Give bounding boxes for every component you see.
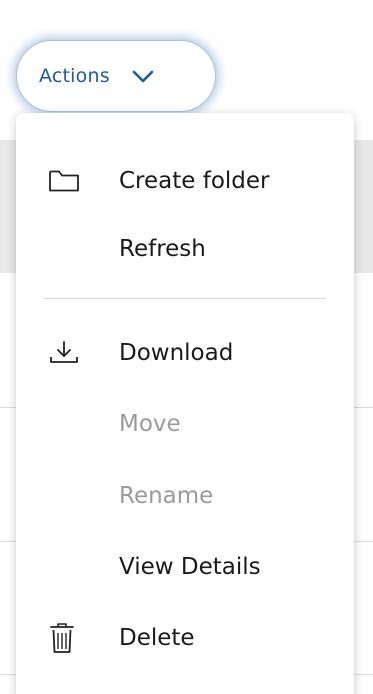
menu-item-create-folder[interactable]: Create folder [16,151,354,211]
menu-item-label: Rename [119,483,214,509]
menu-item-refresh[interactable]: Refresh [16,219,354,279]
menu-item-label: Refresh [119,236,206,262]
actions-button-label: Actions [39,65,110,87]
menu-item-rename[interactable]: Rename [16,466,354,526]
actions-button[interactable]: Actions [16,40,216,112]
trash-icon [48,618,88,658]
menu-item-view-details[interactable]: View Details [16,537,354,597]
menu-divider [44,298,326,299]
menu-item-download[interactable]: Download [16,323,354,383]
menu-item-move[interactable]: Move [16,394,354,454]
chevron-down-icon [132,69,154,83]
menu-item-label: Create folder [119,168,270,194]
menu-item-delete[interactable]: Delete [16,608,354,668]
download-icon [48,333,88,373]
menu-item-label: Delete [119,625,195,651]
menu-item-label: Move [119,411,181,437]
actions-dropdown-menu: Create folder Refresh Download Move Rena… [16,113,354,694]
file-browser-page: Actions Create folder Refresh Download M… [0,0,373,694]
menu-item-label: Download [119,340,234,366]
menu-item-label: View Details [119,554,261,580]
folder-icon [48,161,88,201]
